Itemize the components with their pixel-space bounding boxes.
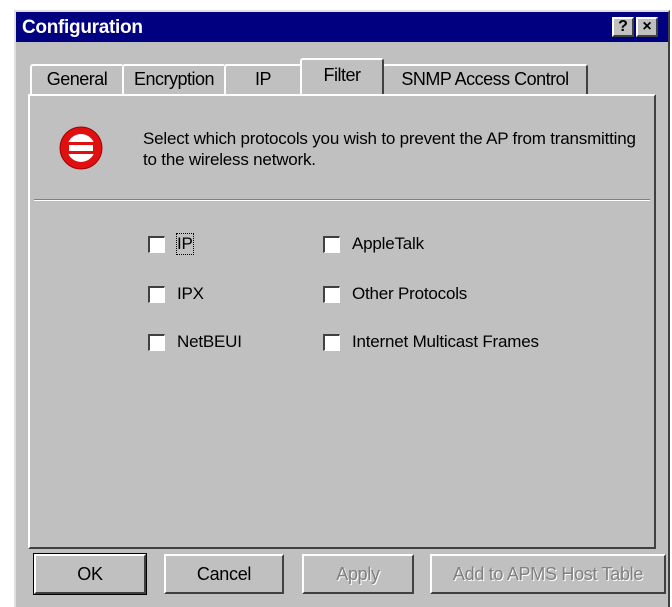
close-button[interactable]: × [636,17,658,37]
checkbox-appletalk[interactable]: AppleTalk [323,232,424,256]
filter-description: Select which protocols you wish to preve… [143,129,636,169]
checkbox-ip-label[interactable]: IP [176,233,194,255]
apply-button[interactable]: Apply [302,554,414,594]
tab-general[interactable]: General [30,64,124,94]
ok-button[interactable]: OK [33,553,147,595]
checkbox-ipx-label[interactable]: IPX [177,284,204,304]
checkbox-ipx[interactable]: IPX [148,282,204,306]
title-bar[interactable]: Configuration ? × [16,12,668,42]
checkbox-ip-box[interactable] [148,235,165,253]
checkbox-ipx-box[interactable] [148,285,165,303]
tab-ip[interactable]: IP [224,64,302,94]
tab-encryption[interactable]: Encryption [122,64,226,94]
window-title: Configuration [22,17,143,38]
checkbox-netbeui[interactable]: NetBEUI [148,330,242,354]
checkbox-other-protocols-label[interactable]: Other Protocols [352,284,467,304]
cancel-button[interactable]: Cancel [164,554,284,594]
checkbox-appletalk-label[interactable]: AppleTalk [352,234,424,254]
help-button[interactable]: ? [612,17,634,37]
no-entry-icon [54,121,108,175]
filter-panel: Select which protocols you wish to preve… [28,94,656,549]
checkbox-ip[interactable]: IP [148,232,194,256]
configuration-dialog: Configuration ? × General Encryption IP … [14,10,670,607]
tab-filter[interactable]: Filter [300,58,384,94]
checkbox-netbeui-box[interactable] [148,333,165,351]
tab-snmp-access-control[interactable]: SNMP Access Control [382,64,588,94]
separator [34,199,650,201]
checkbox-netbeui-label[interactable]: NetBEUI [177,332,242,352]
checkbox-internet-multicast-frames-box[interactable] [323,333,340,351]
checkbox-other-protocols[interactable]: Other Protocols [323,282,467,306]
checkbox-appletalk-box[interactable] [323,235,340,253]
checkbox-other-protocols-box[interactable] [323,285,340,303]
checkbox-internet-multicast-frames-label[interactable]: Internet Multicast Frames [352,332,539,352]
add-to-apms-host-table-button[interactable]: Add to APMS Host Table [430,554,666,594]
checkbox-internet-multicast-frames[interactable]: Internet Multicast Frames [323,330,539,354]
